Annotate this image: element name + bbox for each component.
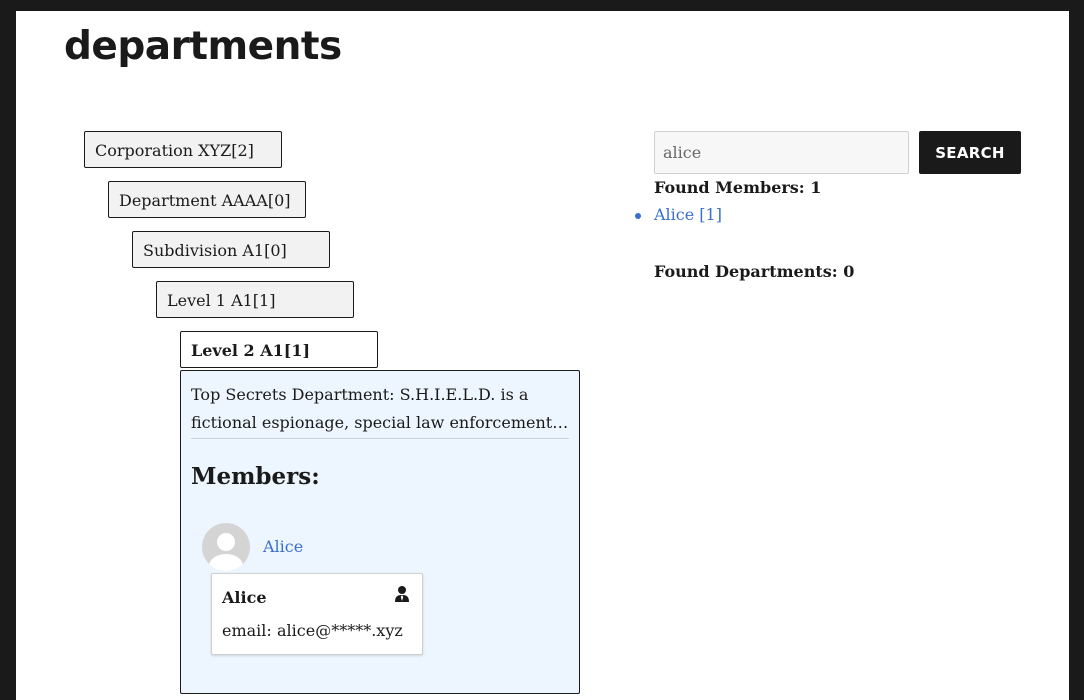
email-value: alice@*****.xyz: [277, 621, 403, 640]
members-heading: Members:: [191, 463, 320, 490]
tree-node-subdivision[interactable]: Subdivision A1[0]: [132, 231, 330, 268]
avatar: [202, 523, 250, 571]
email-label: email:: [222, 621, 272, 640]
found-members-count: Found Members: 1: [654, 178, 822, 197]
member-results-list: Alice [1]: [635, 203, 722, 227]
department-detail-panel: Top Secrets Department: S.H.I.E.L.D. is …: [180, 370, 580, 694]
result-link-alice[interactable]: Alice [1]: [654, 205, 722, 224]
tree-node-level-2[interactable]: Level 2 A1[1]: [180, 331, 378, 368]
search-button[interactable]: SEARCH: [919, 131, 1021, 174]
member-card: Alice email: alice@*****.xyz: [211, 573, 423, 655]
list-item: Alice [1]: [635, 203, 722, 227]
page-title: departments: [64, 24, 342, 69]
member-link-alice[interactable]: Alice: [263, 537, 303, 556]
search-input[interactable]: [654, 131, 909, 174]
page-content: departments Corporation XYZ[2] Departmen…: [16, 11, 1069, 700]
found-departments-count: Found Departments: 0: [654, 262, 855, 281]
bullet-icon: [635, 213, 641, 219]
tree-node-corporation[interactable]: Corporation XYZ[2]: [84, 131, 282, 168]
tree-node-level-1[interactable]: Level 1 A1[1]: [156, 281, 354, 318]
user-icon: [395, 586, 409, 602]
member-card-name: Alice: [222, 588, 267, 607]
tree-node-department[interactable]: Department AAAA[0]: [108, 181, 306, 218]
department-description: Top Secrets Department: S.H.I.E.L.D. is …: [191, 381, 569, 439]
